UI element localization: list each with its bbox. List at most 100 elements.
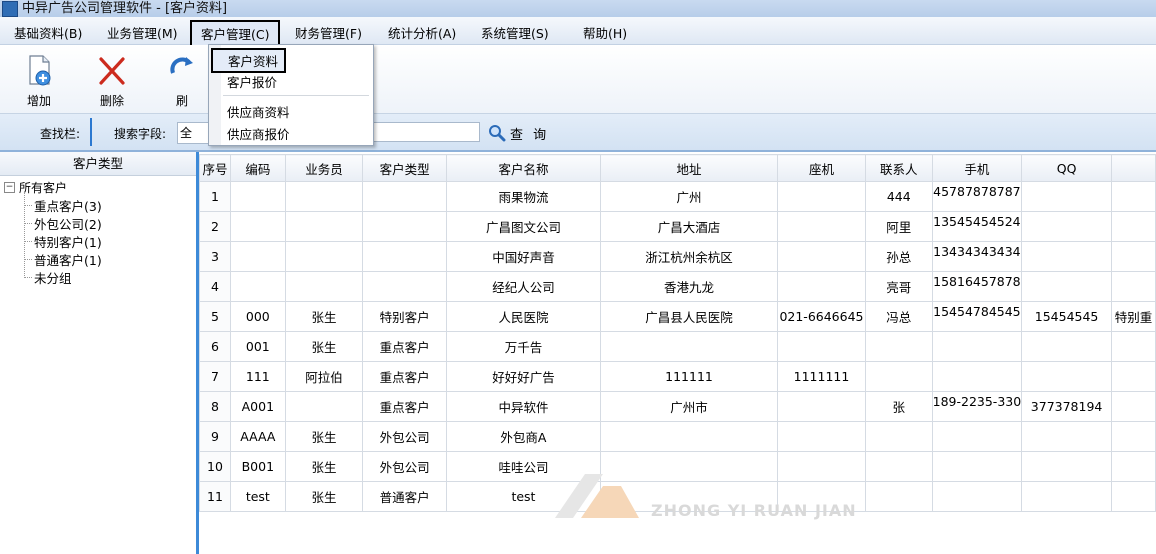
table-cell[interactable] <box>864 331 933 362</box>
table-cell[interactable]: 重点客户 <box>362 391 447 422</box>
table-cell[interactable]: 好好好广告 <box>445 361 602 392</box>
table-row[interactable]: 6 001 张生 重点客户 万千告 <box>199 331 1156 362</box>
table-cell[interactable] <box>1110 331 1156 362</box>
table-cell[interactable]: 特别重 <box>1110 301 1156 332</box>
table-cell[interactable]: 张生 <box>284 301 364 332</box>
search-input[interactable] <box>372 122 480 142</box>
table-cell[interactable] <box>362 181 447 212</box>
table-cell[interactable] <box>1021 361 1112 392</box>
table-cell[interactable]: 377378194 <box>1021 391 1112 422</box>
table-cell[interactable] <box>1021 241 1112 272</box>
table-cell[interactable]: 张生 <box>284 331 364 362</box>
table-cell[interactable]: 外包商A <box>445 421 602 452</box>
table-cell[interactable]: 11 <box>199 481 231 512</box>
table-cell[interactable]: AAAA <box>229 421 286 452</box>
table-cell[interactable]: 444 <box>864 181 933 212</box>
table-row[interactable]: 8 A001 重点客户 中异软件 广州市 张 189-2235-330 377378194 <box>199 391 1156 422</box>
table-cell[interactable] <box>362 211 447 242</box>
table-cell[interactable]: 15816457878 <box>931 271 1023 302</box>
col-customer-type[interactable]: 客户类型 <box>362 154 447 182</box>
table-cell[interactable] <box>1021 421 1112 452</box>
dropdown-supplier-quote[interactable]: 供应商报价 <box>227 124 290 143</box>
table-cell[interactable] <box>931 331 1023 362</box>
table-cell[interactable] <box>229 271 286 302</box>
table-cell[interactable] <box>1110 451 1156 482</box>
table-cell[interactable]: 重点客户 <box>362 361 447 392</box>
table-cell[interactable]: 亮哥 <box>864 271 933 302</box>
tree-node-outsourcing[interactable]: 外包公司(2) <box>24 214 102 233</box>
table-cell[interactable]: 15454784545 <box>931 301 1023 332</box>
table-cell[interactable]: 1111111 <box>777 361 866 392</box>
table-cell[interactable]: 021-6646645 <box>777 301 866 332</box>
table-cell[interactable] <box>931 451 1023 482</box>
delete-button[interactable]: 删除 <box>90 53 134 109</box>
table-cell[interactable]: 111 <box>229 361 286 392</box>
table-cell[interactable]: 广州 <box>600 181 778 212</box>
table-cell[interactable]: 万千告 <box>445 331 602 362</box>
table-cell[interactable] <box>1021 481 1112 512</box>
table-cell[interactable]: test <box>229 481 286 512</box>
table-cell[interactable]: 10 <box>199 451 231 482</box>
table-cell[interactable] <box>931 361 1023 392</box>
table-cell[interactable] <box>229 211 286 242</box>
table-cell[interactable]: 冯总 <box>864 301 933 332</box>
table-cell[interactable]: 孙总 <box>864 241 933 272</box>
table-row[interactable]: 3 中国好声音 浙江杭州余杭区 孙总 13434343434 <box>199 241 1156 272</box>
table-cell[interactable]: 广州市 <box>600 391 778 422</box>
menu-system[interactable]: 系统管理(S) <box>481 23 549 42</box>
table-cell[interactable] <box>284 241 364 272</box>
table-cell[interactable]: 中异软件 <box>445 391 602 422</box>
table-cell[interactable] <box>229 241 286 272</box>
collapse-icon[interactable]: − <box>4 182 15 193</box>
table-row[interactable]: 4 经纪人公司 香港九龙 亮哥 15816457878 <box>199 271 1156 302</box>
table-cell[interactable] <box>777 241 866 272</box>
tree-node-ungrouped[interactable]: 未分组 <box>24 268 72 287</box>
table-cell[interactable]: 经纪人公司 <box>445 271 602 302</box>
table-cell[interactable] <box>777 391 866 422</box>
table-row[interactable]: 9 AAAA 张生 外包公司 外包商A <box>199 421 1156 452</box>
query-button[interactable]: 查 询 <box>488 122 549 144</box>
col-address[interactable]: 地址 <box>600 154 778 182</box>
table-cell[interactable]: 5 <box>199 301 231 332</box>
table-cell[interactable]: 张生 <box>284 421 364 452</box>
table-cell[interactable] <box>1110 181 1156 212</box>
table-cell[interactable]: 张生 <box>284 481 364 512</box>
table-cell[interactable] <box>362 241 447 272</box>
table-cell[interactable] <box>1021 331 1112 362</box>
table-cell[interactable]: 189-2235-330 <box>931 391 1023 422</box>
table-cell[interactable]: 111111 <box>600 361 778 392</box>
table-cell[interactable]: 普通客户 <box>362 481 447 512</box>
table-cell[interactable]: 浙江杭州余杭区 <box>600 241 778 272</box>
table-cell[interactable] <box>864 361 933 392</box>
table-cell[interactable] <box>284 211 364 242</box>
table-cell[interactable]: 张 <box>864 391 933 422</box>
table-cell[interactable]: 广昌大酒店 <box>600 211 778 242</box>
table-cell[interactable]: 张生 <box>284 451 364 482</box>
table-cell[interactable]: A001 <box>229 391 286 422</box>
table-cell[interactable] <box>1021 181 1112 212</box>
table-cell[interactable]: 中国好声音 <box>445 241 602 272</box>
table-cell[interactable] <box>284 391 364 422</box>
table-cell[interactable]: 8 <box>199 391 231 422</box>
table-cell[interactable]: 广昌图文公司 <box>445 211 602 242</box>
tree-node-ordinary[interactable]: 普通客户(1) <box>24 250 102 269</box>
table-cell[interactable]: 2 <box>199 211 231 242</box>
col-salesman[interactable]: 业务员 <box>284 154 364 182</box>
table-cell[interactable]: 3 <box>199 241 231 272</box>
table-cell[interactable]: 阿里 <box>864 211 933 242</box>
table-row[interactable]: 2 广昌图文公司 广昌大酒店 阿里 13545454524 <box>199 211 1156 242</box>
table-cell[interactable]: 45787878787 <box>931 181 1023 212</box>
table-cell[interactable]: 4 <box>199 271 231 302</box>
col-qq[interactable]: QQ <box>1021 154 1112 182</box>
table-cell[interactable] <box>362 271 447 302</box>
table-cell[interactable]: 人民医院 <box>445 301 602 332</box>
table-cell[interactable]: 13545454524 <box>931 211 1023 242</box>
table-cell[interactable]: 雨果物流 <box>445 181 602 212</box>
dropdown-customer-quote[interactable]: 客户报价 <box>227 72 277 91</box>
table-cell[interactable] <box>600 421 778 452</box>
table-cell[interactable] <box>864 421 933 452</box>
table-cell[interactable]: 000 <box>229 301 286 332</box>
col-contact[interactable]: 联系人 <box>864 154 933 182</box>
table-cell[interactable] <box>1021 451 1112 482</box>
menu-basic-data[interactable]: 基础资料(B) <box>14 23 82 42</box>
